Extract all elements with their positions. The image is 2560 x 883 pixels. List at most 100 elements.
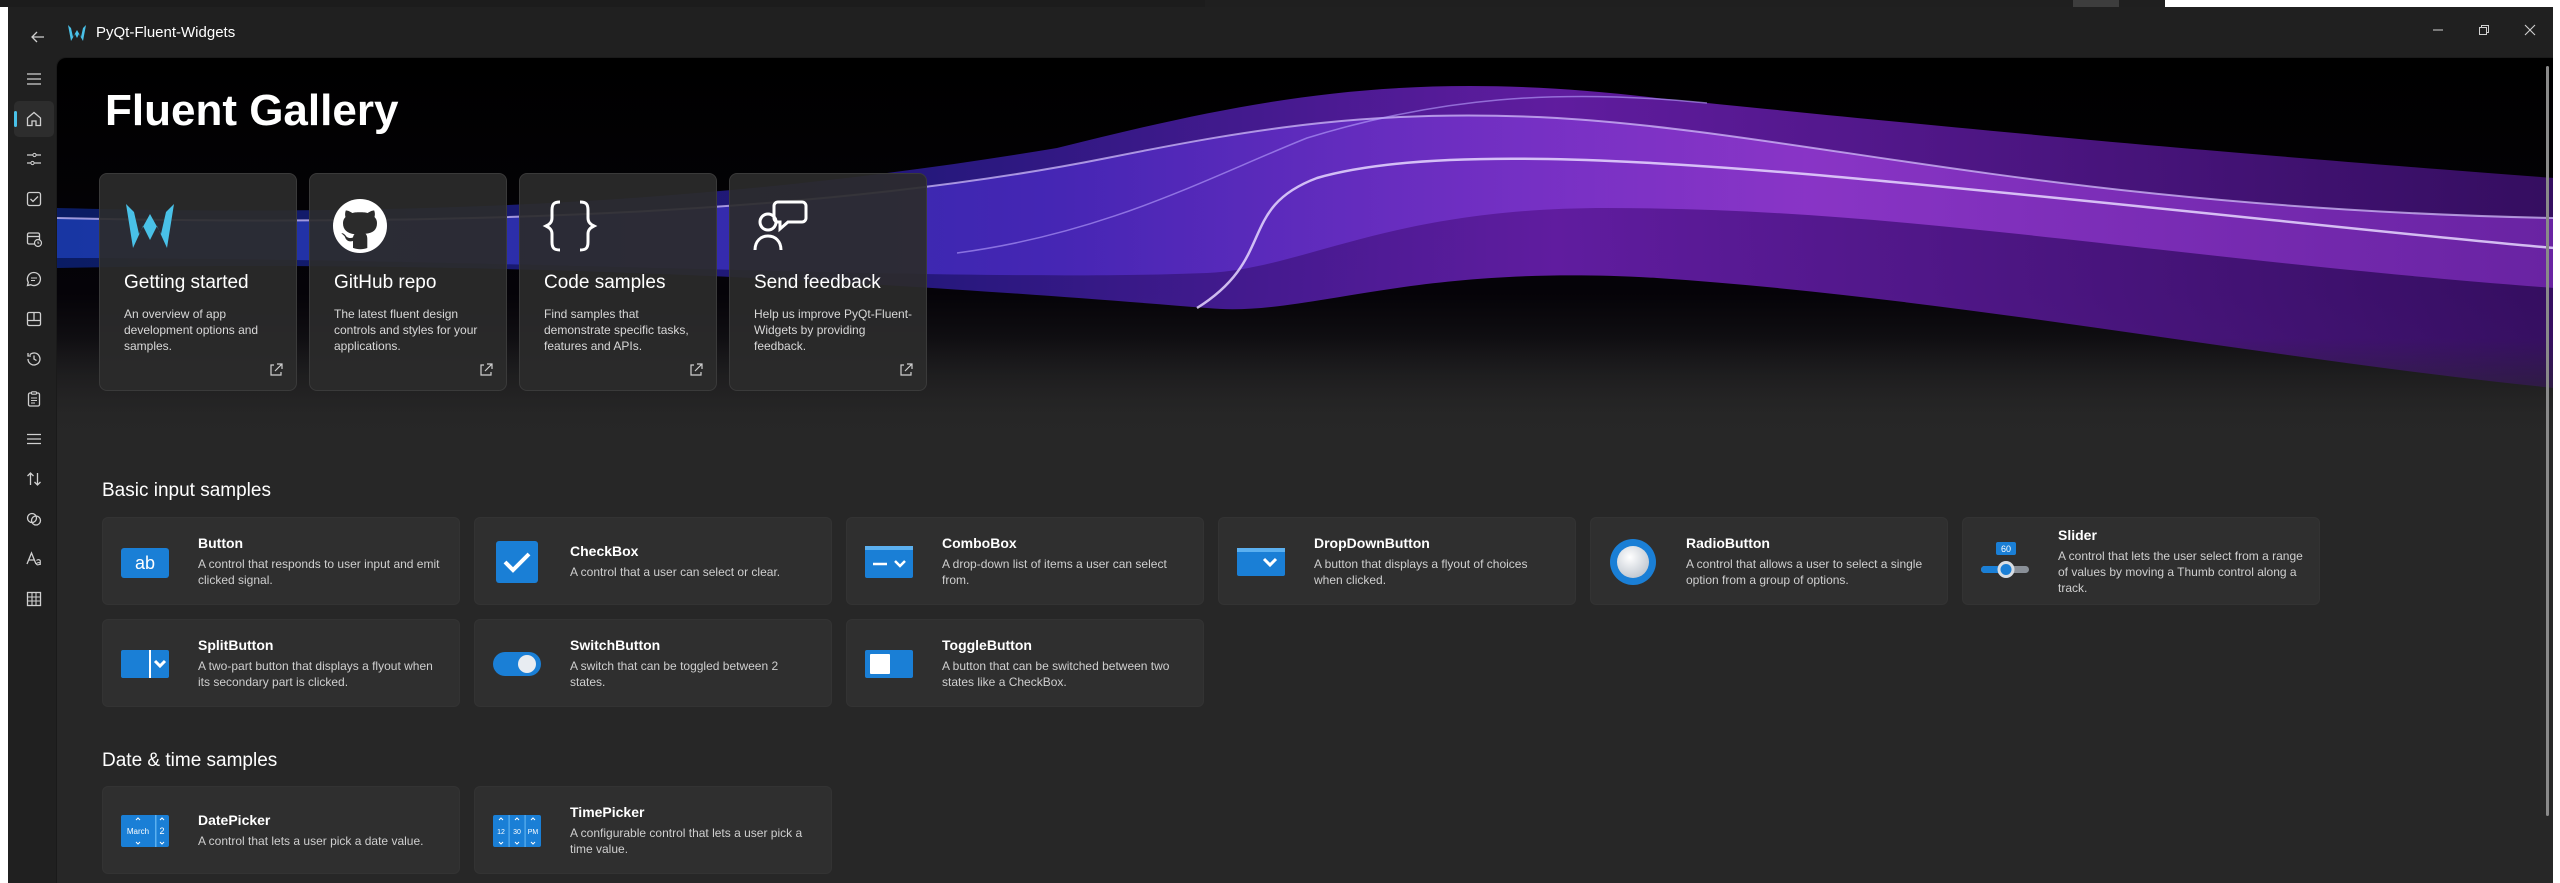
text-icon <box>26 551 41 566</box>
clipboard-icon <box>27 391 41 407</box>
speech-icon <box>26 512 42 526</box>
radio-button-icon <box>1610 539 1656 585</box>
open-external-icon <box>480 363 493 376</box>
page-title: Fluent Gallery <box>105 86 399 135</box>
link-card-code-samples[interactable]: Code samples Find samples that demonstra… <box>519 173 717 391</box>
top-strip-chip <box>2073 0 2119 7</box>
sample-card-timepicker[interactable]: 12 30 PM TimePicker A configurable contr… <box>474 786 832 874</box>
sample-card-title: ComboBox <box>942 534 1017 551</box>
navigation-sidebar <box>8 57 56 883</box>
minimize-icon <box>2433 29 2443 31</box>
fluent-logo-icon <box>126 204 174 248</box>
open-external-icon <box>690 363 703 376</box>
sample-card-description: A two-part button that displays a flyout… <box>198 658 433 689</box>
sample-card-checkbox[interactable]: CheckBox A control that a user can selec… <box>474 517 832 605</box>
sample-card-combobox[interactable]: ComboBox A drop-down list of items a use… <box>846 517 1204 605</box>
code-braces-icon <box>542 200 598 252</box>
minimize-button[interactable] <box>2415 7 2461 53</box>
sample-card-title: DatePicker <box>198 811 271 828</box>
sample-card-button[interactable]: ab Button A control that responds to use… <box>102 517 460 605</box>
chat-dialog-icon <box>26 271 42 287</box>
sample-card-description: A configurable control that lets a user … <box>570 825 803 856</box>
sample-card-datepicker[interactable]: March 2 DatePicker A control that lets a… <box>102 786 460 874</box>
link-card-getting-started[interactable]: Getting started An overview of app devel… <box>99 173 297 391</box>
sample-card-description: A button that can be switched between tw… <box>942 658 1170 689</box>
link-card-description: An overview of app development options a… <box>124 307 259 353</box>
switch-button-icon <box>493 652 541 676</box>
sample-card-switchbutton[interactable]: SwitchButton A switch that can be toggle… <box>474 619 832 707</box>
sample-card-title: SplitButton <box>198 636 274 653</box>
nav-item-dialog[interactable] <box>14 261 54 297</box>
section-title-basic-input: Basic input samples <box>102 480 271 501</box>
link-card-description: Find samples that demonstrate specific t… <box>544 307 689 353</box>
checkbox-icon <box>26 191 42 207</box>
list-icon <box>27 433 41 445</box>
sort-arrows-icon <box>27 472 41 486</box>
nav-item-clipboard[interactable] <box>14 381 54 417</box>
sample-card-splitbutton[interactable]: SplitButton A two-part button that displ… <box>102 619 460 707</box>
sample-card-description: A control that lets the user select from… <box>2058 548 2303 595</box>
restore-icon <box>2479 25 2489 35</box>
back-arrow-icon <box>31 31 44 43</box>
vertical-scrollbar[interactable] <box>2546 66 2549 816</box>
open-external-icon <box>900 363 913 376</box>
history-icon <box>27 352 41 366</box>
nav-item-checkbox[interactable] <box>14 181 54 217</box>
link-card-title: Send feedback <box>754 272 881 293</box>
button-icon: ab <box>121 548 169 578</box>
nav-item-layout[interactable] <box>14 301 54 337</box>
dropdown-button-icon <box>1237 548 1285 576</box>
nav-item-history[interactable] <box>14 341 54 377</box>
slider-icon: 60 <box>1981 542 2029 578</box>
nav-item-sort[interactable] <box>14 461 54 497</box>
close-button[interactable] <box>2507 7 2553 53</box>
close-icon <box>2524 24 2536 36</box>
nav-item-grid[interactable] <box>14 581 54 617</box>
nav-item-date-time[interactable] <box>14 221 54 257</box>
link-card-description: The latest fluent design controls and st… <box>334 307 478 353</box>
time-picker-hour-text: 12 <box>497 829 505 836</box>
date-picker-month-text: March <box>127 827 149 836</box>
back-button[interactable] <box>20 19 56 55</box>
split-button-icon <box>121 650 169 678</box>
sample-card-slider[interactable]: 60 Slider A control that lets the user s… <box>1962 517 2320 605</box>
app-logo-icon <box>68 25 86 41</box>
app-window: PyQt-Fluent-Widgets Fluent Gallery Getti… <box>8 7 2553 883</box>
restore-button[interactable] <box>2461 7 2507 53</box>
feedback-icon <box>753 200 808 251</box>
sample-card-description: A control that lets a user pick a date v… <box>198 833 424 848</box>
link-card-title: GitHub repo <box>334 272 437 293</box>
slider-value-text: 60 <box>2001 544 2011 554</box>
sample-card-title: Slider <box>2058 526 2097 543</box>
sample-card-description: A control that responds to user input an… <box>198 556 440 587</box>
nav-item-speech[interactable] <box>14 501 54 537</box>
nav-item-list[interactable] <box>14 421 54 457</box>
sample-card-title: TimePicker <box>570 803 645 820</box>
checkbox-sample-icon <box>496 541 538 583</box>
sample-card-radiobutton[interactable]: RadioButton A control that allows a user… <box>1590 517 1948 605</box>
title-bar: PyQt-Fluent-Widgets <box>8 7 2553 57</box>
sample-card-title: CheckBox <box>570 542 639 559</box>
link-card-title: Code samples <box>544 272 666 293</box>
input-controls-icon <box>27 152 41 166</box>
nav-item-text[interactable] <box>14 541 54 577</box>
nav-menu-toggle[interactable] <box>14 61 54 97</box>
nav-item-input[interactable] <box>14 141 54 177</box>
open-external-icon <box>270 363 283 376</box>
link-card-title: Getting started <box>124 272 249 293</box>
date-picker-icon: March 2 <box>121 815 169 847</box>
window-controls <box>2415 7 2553 53</box>
menu-icon <box>27 73 41 85</box>
link-card-send-feedback[interactable]: Send feedback Help us improve PyQt-Fluen… <box>729 173 927 391</box>
layout-icon <box>26 311 42 327</box>
sample-card-dropdownbutton[interactable]: DropDownButton A button that displays a … <box>1218 517 1576 605</box>
nav-item-home[interactable] <box>14 101 54 137</box>
sample-card-togglebutton[interactable]: ToggleButton A button that can be switch… <box>846 619 1204 707</box>
sample-card-title: SwitchButton <box>570 636 661 653</box>
link-card-github-repo[interactable]: GitHub repo The latest fluent design con… <box>309 173 507 391</box>
top-strip-left <box>0 0 1205 7</box>
sample-card-title: Button <box>198 534 244 551</box>
time-picker-minute-text: 30 <box>513 829 521 836</box>
date-time-icon <box>26 232 43 248</box>
grid-icon <box>26 591 42 607</box>
